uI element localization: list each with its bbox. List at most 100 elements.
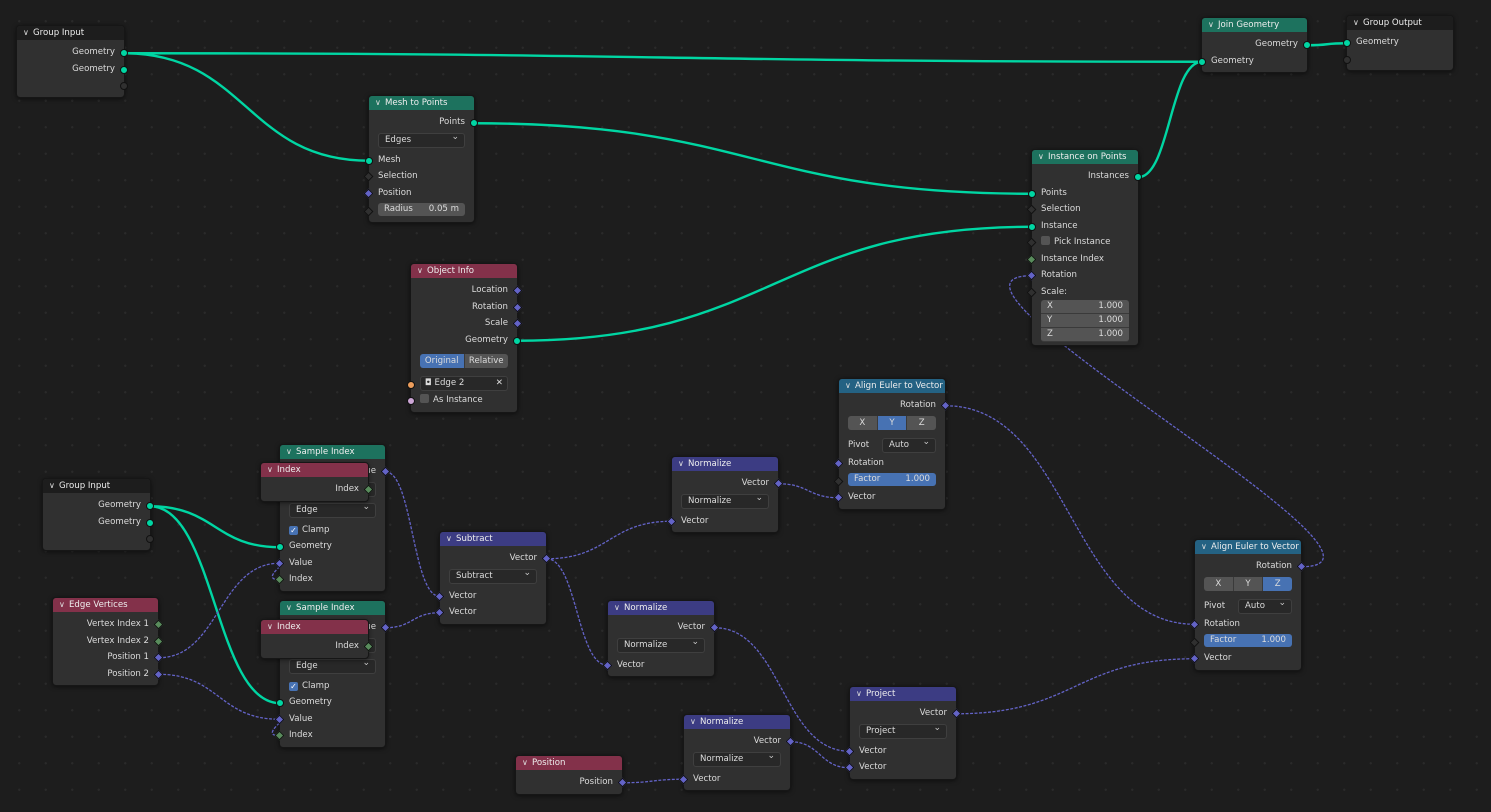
option-z[interactable]: Z bbox=[1263, 576, 1293, 591]
node-position[interactable]: ∨ Position Position bbox=[515, 755, 628, 795]
node-header[interactable]: ∨ Normalize bbox=[608, 601, 714, 615]
link-subtract-to-normalize-1[interactable] bbox=[546, 520, 672, 560]
geometry-socket[interactable] bbox=[120, 65, 128, 74]
link-normalize-1-to-align-euler-1[interactable] bbox=[778, 483, 839, 499]
empty-socket[interactable] bbox=[1343, 55, 1351, 64]
collapse-chevron-icon[interactable]: ∨ bbox=[614, 601, 624, 615]
option-relative[interactable]: Relative bbox=[464, 354, 508, 368]
number-field[interactable]: Factor 1.000 bbox=[1204, 633, 1292, 647]
object-socket[interactable] bbox=[407, 380, 415, 389]
node-join-geometry[interactable]: ∨ Join Geometry Geometry Geometry bbox=[1198, 17, 1311, 73]
link-subtract-to-normalize-2[interactable] bbox=[546, 558, 608, 666]
link-instance-on-points-to-join-geometry[interactable] bbox=[1137, 60, 1203, 179]
node-instance-on-points[interactable]: ∨ Instance on Points Instances Points Select… bbox=[1026, 149, 1142, 346]
dropdown-select[interactable]: Normalize bbox=[681, 492, 769, 509]
link-mesh-to-points-to-instance-on-points[interactable] bbox=[473, 122, 1033, 195]
link-sample-index-1-to-subtract[interactable] bbox=[385, 471, 440, 597]
number-field[interactable]: Radius 0.05 m bbox=[378, 202, 465, 216]
link-group-input-2-to-sample-index-2[interactable] bbox=[149, 505, 281, 705]
node-header[interactable]: ∨ Mesh to Points bbox=[369, 96, 474, 110]
node-edge-vertices[interactable]: ∨ Edge Vertices Vertex Index 1 Vertex Index… bbox=[52, 597, 164, 686]
geometry-socket[interactable] bbox=[365, 156, 373, 165]
node-header[interactable]: ∨ Join Geometry bbox=[1202, 18, 1307, 32]
link-object-info-to-instance-on-points[interactable] bbox=[516, 225, 1033, 342]
geometry-socket[interactable] bbox=[276, 699, 284, 708]
option-x[interactable]: X bbox=[1204, 576, 1234, 591]
node-header[interactable]: ∨ Position bbox=[516, 756, 622, 770]
collapse-chevron-icon[interactable]: ∨ bbox=[690, 715, 700, 729]
node-normalize-3[interactable]: ∨NormalizeVectorNormalizeVector bbox=[678, 714, 796, 791]
clear-icon[interactable]: ✕ bbox=[496, 377, 503, 390]
collapse-chevron-icon[interactable]: ∨ bbox=[1201, 540, 1211, 554]
node-normalize-1[interactable]: ∨NormalizeVectorNormalizeVector bbox=[666, 456, 784, 533]
option-y[interactable]: Y bbox=[877, 415, 908, 430]
collapse-chevron-icon[interactable]: ∨ bbox=[286, 601, 296, 615]
dropdown-select[interactable]: Edge bbox=[289, 501, 376, 518]
node-header[interactable]: ∨ Index bbox=[261, 463, 368, 477]
collapse-chevron-icon[interactable]: ∨ bbox=[375, 96, 385, 110]
geometry-socket[interactable] bbox=[1028, 222, 1036, 231]
link-group-input-1-to-join-geometry[interactable] bbox=[123, 52, 1203, 63]
collapse-chevron-icon[interactable]: ∨ bbox=[49, 479, 59, 493]
number-field[interactable]: Factor 1.000 bbox=[848, 472, 936, 486]
link-position-to-normalize-3[interactable] bbox=[622, 778, 684, 784]
node-group-input-2[interactable]: ∨ Group Input Geometry Geometry bbox=[42, 478, 154, 551]
collapse-chevron-icon[interactable]: ∨ bbox=[446, 532, 456, 546]
checkbox[interactable] bbox=[1041, 236, 1050, 245]
link-align-euler-1-to-align-euler-2[interactable] bbox=[945, 405, 1195, 625]
collapse-chevron-icon[interactable]: ∨ bbox=[678, 457, 688, 471]
node-align-euler-2[interactable]: ∨ Align Euler to Vector Rotation X Y Z Pivot Au… bbox=[1189, 539, 1307, 671]
collapse-chevron-icon[interactable]: ∨ bbox=[286, 445, 296, 459]
dropdown-select[interactable]: Subtract bbox=[449, 567, 537, 584]
dropdown-select[interactable]: Edges bbox=[378, 131, 465, 148]
option-x[interactable]: X bbox=[848, 415, 878, 430]
dropdown-select[interactable]: Normalize bbox=[693, 750, 781, 767]
node-mesh-to-points[interactable]: ∨Mesh to PointsPointsEdgesMeshSelectionP… bbox=[363, 95, 478, 223]
collapse-chevron-icon[interactable]: ∨ bbox=[1353, 16, 1363, 30]
collapse-chevron-icon[interactable]: ∨ bbox=[267, 463, 277, 477]
checkbox[interactable]: ✓ bbox=[289, 681, 298, 691]
node-header[interactable]: ∨ Subtract bbox=[440, 532, 546, 546]
node-subtract[interactable]: ∨SubtractVectorSubtractVectorVector bbox=[434, 531, 552, 625]
node-normalize-2[interactable]: ∨NormalizeVectorNormalizeVector bbox=[602, 600, 720, 677]
checkbox[interactable] bbox=[420, 394, 429, 403]
geometry-socket[interactable] bbox=[1028, 189, 1036, 198]
link-project-to-align-euler-2[interactable] bbox=[956, 658, 1195, 715]
node-header[interactable]: ∨ Project bbox=[850, 687, 956, 701]
collapse-chevron-icon[interactable]: ∨ bbox=[1038, 150, 1048, 164]
dropdown-select[interactable]: Project bbox=[859, 722, 947, 739]
dropdown-select[interactable]: Edge bbox=[289, 657, 376, 674]
link-normalize-3-to-project[interactable] bbox=[790, 741, 850, 769]
node-header[interactable]: ∨ Object Info bbox=[411, 264, 517, 278]
geometry-socket[interactable] bbox=[1198, 57, 1206, 66]
node-header[interactable]: ∨ Normalize bbox=[684, 715, 790, 729]
node-header[interactable]: ∨ Index bbox=[261, 620, 368, 634]
geometry-socket[interactable] bbox=[146, 518, 154, 527]
node-project[interactable]: ∨ProjectVectorProjectVectorVector bbox=[844, 686, 962, 780]
node-group-input-1[interactable]: ∨ Group Input Geometry Geometry bbox=[16, 25, 128, 98]
node-index-1[interactable]: ∨ Index Index bbox=[260, 462, 374, 502]
node-header[interactable]: ∨ Group Output bbox=[1347, 16, 1453, 30]
link-group-input-1-to-mesh-to-points[interactable] bbox=[123, 52, 370, 162]
node-index-2[interactable]: ∨ Index Index bbox=[260, 619, 374, 659]
geometry-socket[interactable] bbox=[1343, 39, 1351, 48]
pivot-dropdown[interactable]: Auto bbox=[882, 436, 936, 453]
option-z[interactable]: Z bbox=[907, 415, 937, 430]
node-object-info[interactable]: ∨ Object Info Location Rotation Scale Geometr… bbox=[407, 263, 523, 413]
scale-z-field[interactable]: Z 1.000 bbox=[1041, 328, 1129, 342]
node-header[interactable]: ∨ Edge Vertices bbox=[53, 598, 158, 612]
option-original[interactable]: Original bbox=[420, 354, 465, 368]
collapse-chevron-icon[interactable]: ∨ bbox=[23, 26, 33, 40]
scale-x-field[interactable]: X 1.000 bbox=[1041, 300, 1129, 314]
node-header[interactable]: ∨ Sample Index bbox=[280, 445, 385, 459]
node-header[interactable]: ∨ Instance on Points bbox=[1032, 150, 1138, 164]
link-join-geometry-to-group-output[interactable] bbox=[1306, 42, 1348, 47]
node-header[interactable]: ∨ Align Euler to Vector bbox=[1195, 540, 1301, 554]
checkbox[interactable]: ✓ bbox=[289, 525, 298, 535]
collapse-chevron-icon[interactable]: ∨ bbox=[59, 598, 69, 612]
option-y[interactable]: Y bbox=[1233, 576, 1264, 591]
collapse-chevron-icon[interactable]: ∨ bbox=[1208, 18, 1218, 32]
node-header[interactable]: ∨ Align Euler to Vector bbox=[839, 379, 945, 393]
node-header[interactable]: ∨ Normalize bbox=[672, 457, 778, 471]
dropdown-select[interactable]: Normalize bbox=[617, 636, 705, 653]
